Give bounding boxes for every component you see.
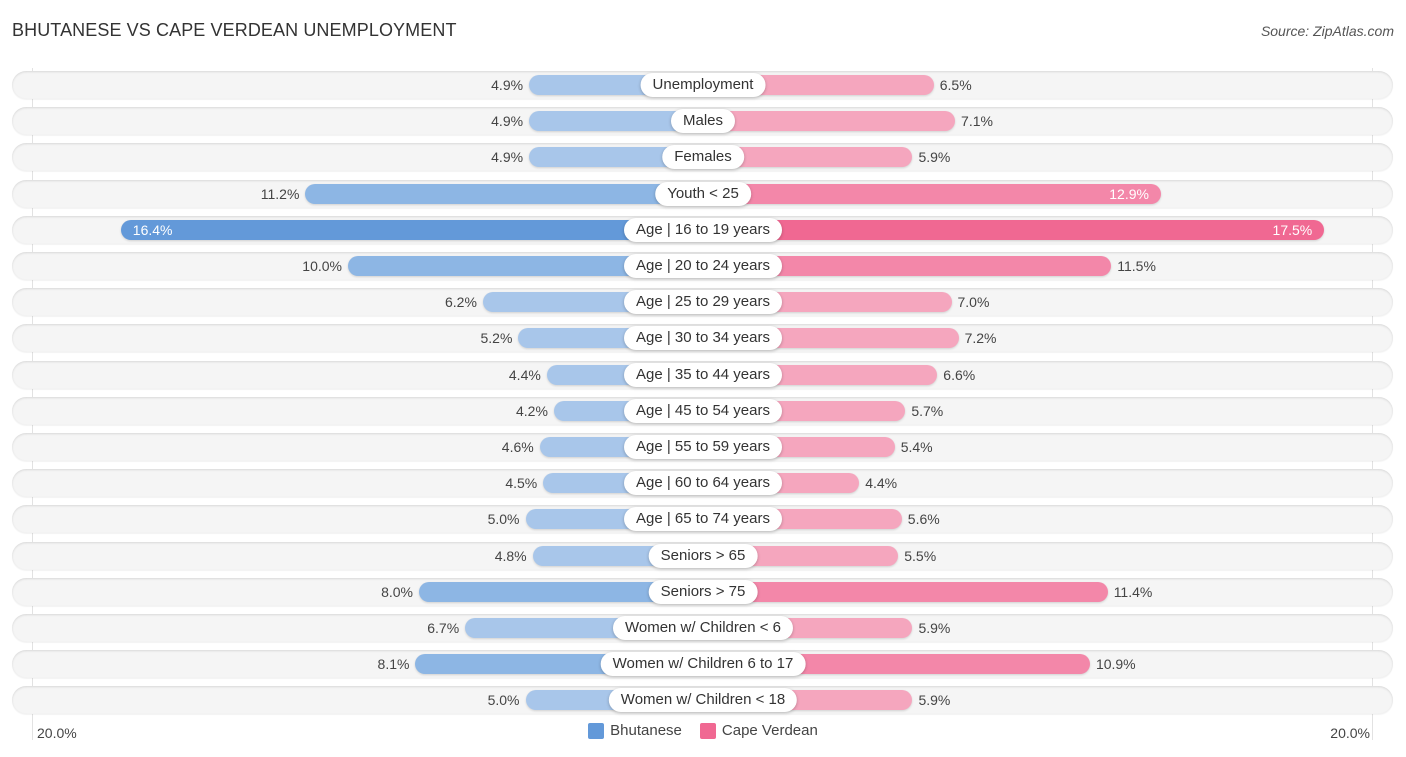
chart-row: 4.8% 5.5% Seniors > 65: [12, 541, 1393, 570]
value-label-bhutanese: 6.2%: [444, 294, 477, 311]
value-label-cape-verdean: 5.4%: [900, 439, 933, 455]
bar-bhutanese[interactable]: [305, 183, 703, 204]
chart-row: 6.2% 7.0% Age | 25 to 29 years: [12, 288, 1393, 317]
legend-item-bhutanese[interactable]: Bhutanese: [588, 722, 682, 739]
value-label-bhutanese: 5.0%: [487, 692, 520, 709]
bar-cape-verdean[interactable]: [703, 183, 1161, 204]
category-label: Age | 25 to 29 years: [624, 290, 782, 315]
category-label: Age | 35 to 44 years: [624, 362, 782, 387]
value-label-cape-verdean: 11.4%: [1113, 583, 1153, 600]
value-label-cape-verdean: 7.2%: [964, 330, 997, 347]
category-label: Unemployment: [640, 73, 766, 97]
value-label-cape-verdean: 12.9%: [1109, 185, 1149, 202]
value-label-bhutanese: 4.4%: [508, 366, 541, 383]
category-label: Age | 45 to 54 years: [624, 398, 782, 423]
chart-row: 8.0% 11.4% Seniors > 75: [12, 577, 1393, 606]
chart-row: 4.6% 5.4% Age | 55 to 59 years: [12, 433, 1393, 461]
chart-row: 11.2% 12.9% Youth < 25: [12, 179, 1393, 208]
value-label-bhutanese: 5.2%: [480, 330, 513, 347]
value-label-cape-verdean: 5.5%: [904, 547, 937, 564]
category-label: Males: [670, 109, 736, 134]
value-label-bhutanese: 4.9%: [491, 113, 524, 130]
value-label-cape-verdean: 6.6%: [943, 366, 976, 383]
value-label-cape-verdean: 5.7%: [911, 402, 944, 419]
chart-row: 4.9% 7.1% Males: [12, 107, 1393, 136]
chart-row: 4.4% 6.6% Age | 35 to 44 years: [12, 360, 1393, 389]
value-label-cape-verdean: 5.6%: [907, 511, 940, 528]
chart-row: 8.1% 10.9% Women w/ Children 6 to 17: [12, 650, 1393, 679]
value-label-bhutanese: 4.9%: [491, 77, 524, 93]
value-label-bhutanese: 16.4%: [132, 221, 173, 238]
value-label-bhutanese: 4.8%: [494, 547, 527, 564]
value-label-cape-verdean: 5.9%: [918, 620, 951, 636]
category-label: Seniors > 65: [648, 543, 758, 568]
category-label: Age | 65 to 74 years: [624, 507, 782, 532]
value-label-bhutanese: 10.0%: [302, 258, 342, 274]
chart-row: 4.9% 5.9% Females: [12, 143, 1393, 172]
legend-item-cape-verdean[interactable]: Cape Verdean: [699, 722, 818, 739]
value-label-bhutanese: 4.9%: [491, 149, 524, 166]
category-label: Women w/ Children 6 to 17: [600, 652, 806, 677]
category-label: Age | 55 to 59 years: [624, 435, 782, 459]
category-label: Age | 30 to 34 years: [624, 326, 782, 351]
value-label-cape-verdean: 5.9%: [918, 149, 951, 166]
chart-row: 4.2% 5.7% Age | 45 to 54 years: [12, 396, 1393, 425]
value-label-cape-verdean: 11.5%: [1117, 258, 1156, 274]
value-label-bhutanese: 4.5%: [505, 475, 538, 492]
bar-bhutanese[interactable]: [120, 219, 703, 240]
value-label-cape-verdean: 10.9%: [1095, 656, 1136, 673]
category-label: Age | 20 to 24 years: [624, 254, 782, 278]
value-label-bhutanese: 6.7%: [427, 620, 460, 636]
legend-swatch-cape-verdean: [699, 722, 716, 739]
legend-label-bhutanese: Bhutanese: [610, 722, 682, 739]
category-label: Age | 60 to 64 years: [624, 471, 782, 496]
value-label-bhutanese: 5.0%: [487, 511, 520, 528]
bar-cape-verdean[interactable]: [703, 581, 1108, 602]
chart-title: BHUTANESE VS CAPE VERDEAN UNEMPLOYMENT: [12, 20, 457, 40]
category-label: Women w/ Children < 6: [612, 616, 794, 640]
category-label: Women w/ Children < 18: [608, 688, 798, 713]
value-label-cape-verdean: 5.9%: [918, 692, 951, 709]
chart-row: 5.0% 5.9% Women w/ Children < 18: [12, 686, 1393, 715]
value-label-cape-verdean: 6.5%: [939, 77, 972, 93]
legend-label-cape-verdean: Cape Verdean: [721, 722, 818, 739]
chart-row: 5.2% 7.2% Age | 30 to 34 years: [12, 324, 1393, 353]
value-label-bhutanese: 4.2%: [515, 402, 548, 419]
chart-row: 10.0% 11.5% Age | 20 to 24 years: [12, 252, 1393, 280]
chart-row: 6.7% 5.9% Women w/ Children < 6: [12, 614, 1393, 642]
value-label-cape-verdean: 17.5%: [1272, 221, 1313, 238]
value-label-bhutanese: 11.2%: [260, 185, 300, 202]
chart-row: 5.0% 5.6% Age | 65 to 74 years: [12, 505, 1393, 534]
source-label: Source: ZipAtlas.com: [1260, 23, 1394, 39]
category-label: Youth < 25: [655, 181, 751, 206]
legend: Bhutanese Cape Verdean: [0, 722, 1406, 739]
bar-cape-verdean[interactable]: [703, 219, 1325, 240]
value-label-cape-verdean: 7.0%: [957, 294, 990, 311]
bar-cape-verdean[interactable]: [703, 111, 956, 132]
category-label: Age | 16 to 19 years: [624, 217, 782, 242]
value-label-bhutanese: 4.6%: [501, 439, 534, 455]
category-label: Seniors > 75: [648, 579, 758, 604]
value-label-cape-verdean: 7.1%: [961, 113, 993, 130]
category-label: Females: [662, 145, 744, 170]
chart-row: 4.5% 4.4% Age | 60 to 64 years: [12, 469, 1393, 498]
value-label-cape-verdean: 4.4%: [865, 475, 898, 492]
chart-row: 4.9% 6.5% Unemployment: [12, 71, 1393, 99]
value-label-bhutanese: 8.1%: [377, 656, 410, 673]
legend-swatch-bhutanese: [588, 722, 605, 739]
value-label-bhutanese: 8.0%: [381, 583, 413, 600]
chart-row: 16.4% 17.5% Age | 16 to 19 years: [12, 215, 1393, 244]
